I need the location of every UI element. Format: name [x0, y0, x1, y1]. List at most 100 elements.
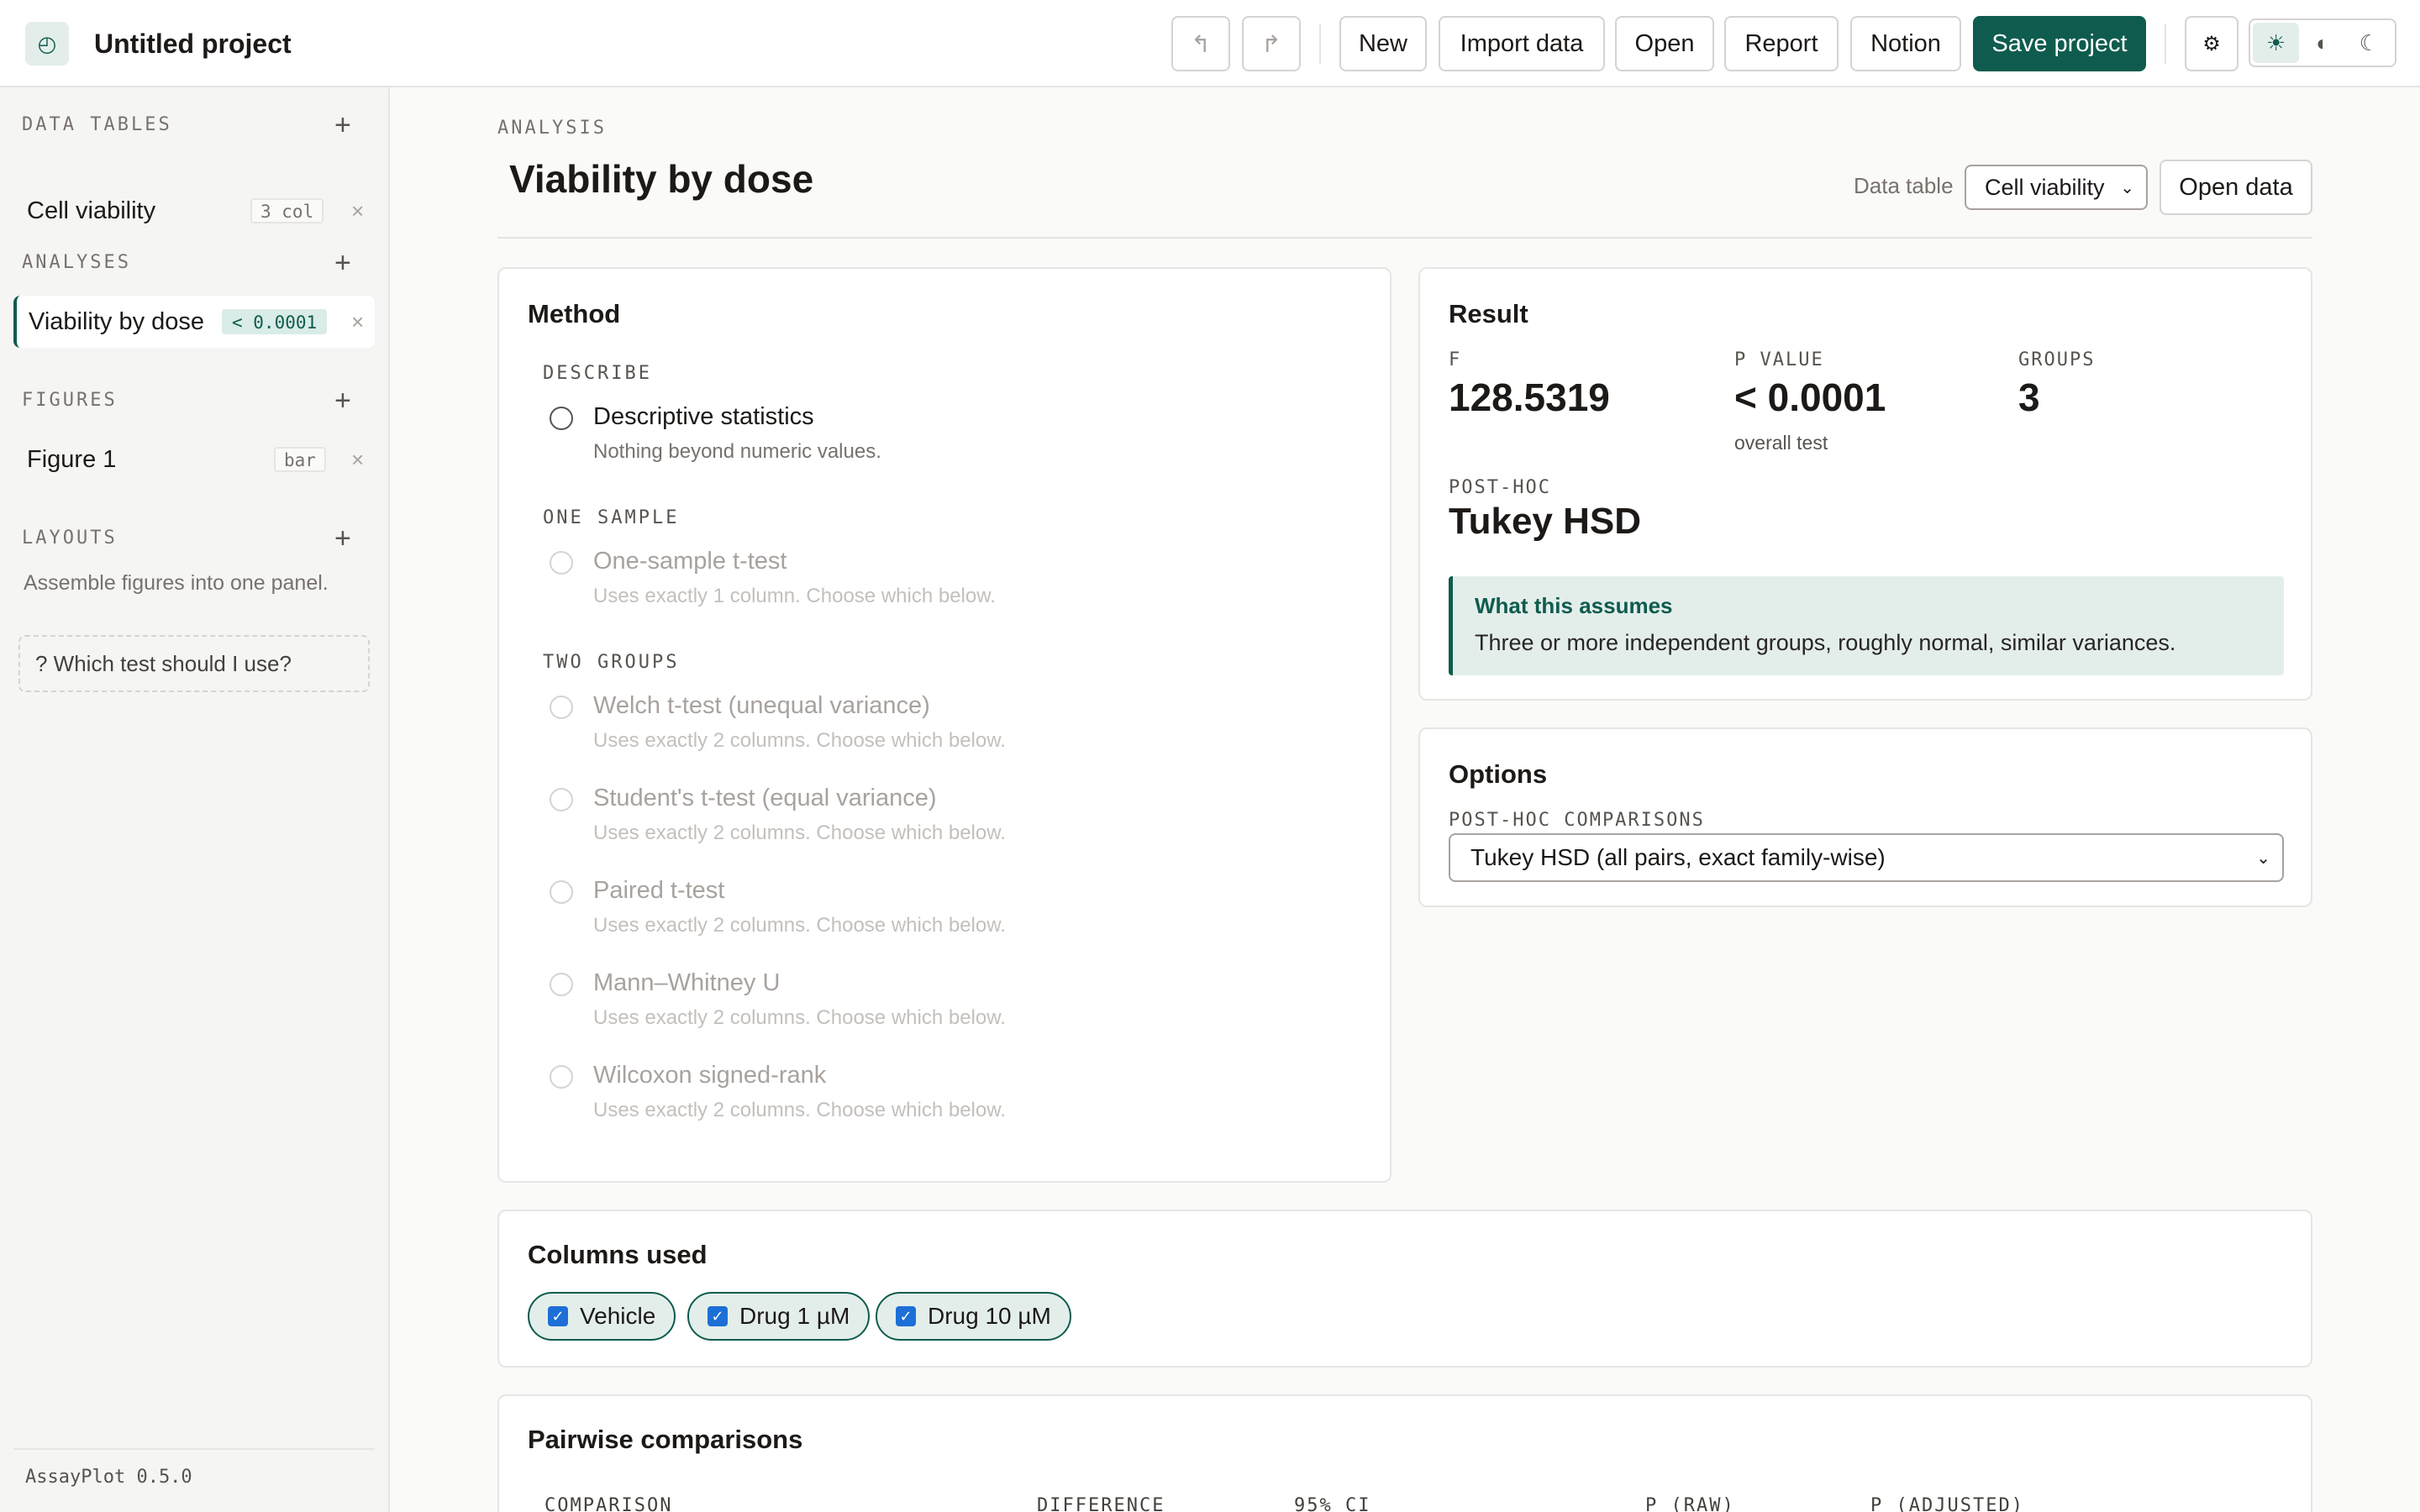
method-option-label[interactable]: Paired t-test	[593, 877, 724, 905]
groups-label: GROUPS	[2018, 349, 2096, 370]
column-header-ci[interactable]: 95% CI	[1294, 1495, 1370, 1512]
sidebar-item-viability-by-dose[interactable]: Viability by dose < 0.0001 ×	[13, 296, 375, 348]
column-header-difference[interactable]: DIFFERENCE	[1037, 1495, 1165, 1512]
toolbar-divider	[2165, 24, 2166, 64]
options-card: Options POST-HOC COMPARISONS Tukey HSD (…	[1418, 727, 2312, 907]
posthoc-value: Tukey HSD	[1449, 501, 1642, 542]
notion-button[interactable]: Notion	[1850, 16, 1961, 71]
sidebar-item-cell-viability[interactable]: Cell viability 3 col ×	[13, 185, 375, 237]
page-title[interactable]: Viability by dose	[509, 156, 813, 202]
close-icon[interactable]: ×	[351, 447, 364, 473]
figure-type-badge: bar	[274, 447, 326, 472]
add-figure-button[interactable]: +	[334, 386, 351, 415]
p-value-label: P VALUE	[1734, 349, 1824, 370]
method-option-description: Uses exactly 2 columns. Choose which bel…	[593, 729, 1006, 752]
method-option-label[interactable]: Wilcoxon signed-rank	[593, 1062, 826, 1089]
column-count-badge: 3 col	[250, 198, 324, 223]
method-group-heading: ONE SAMPLE	[543, 507, 680, 528]
radio-mann-whitney-u[interactable]	[550, 973, 573, 996]
checkbox-icon[interactable]: ✓	[548, 1306, 568, 1326]
settings-button[interactable]: ⚙	[2185, 16, 2238, 71]
method-option-label[interactable]: Student's t-test (equal variance)	[593, 785, 937, 812]
column-chip-drug-1um[interactable]: ✓ Drug 1 µM	[687, 1292, 871, 1341]
method-option-label[interactable]: Welch t-test (unequal variance)	[593, 692, 930, 720]
add-analysis-button[interactable]: +	[334, 249, 351, 277]
checkbox-icon[interactable]: ✓	[708, 1306, 728, 1326]
method-option-label[interactable]: One-sample t-test	[593, 548, 786, 575]
chevron-down-icon: ⌄	[2120, 178, 2134, 197]
radio-welch-t-test[interactable]	[550, 696, 573, 719]
column-chip-drug-10um[interactable]: ✓ Drug 10 µM	[876, 1292, 1071, 1341]
close-icon[interactable]: ×	[351, 309, 364, 335]
method-option-description: Uses exactly 2 columns. Choose which bel…	[593, 1006, 1006, 1029]
project-title[interactable]: Untitled project	[94, 25, 292, 62]
radio-students-t-test[interactable]	[550, 788, 573, 811]
import-data-button[interactable]: Import data	[1439, 16, 1605, 71]
new-button[interactable]: New	[1339, 16, 1427, 71]
posthoc-comparisons-label: POST-HOC COMPARISONS	[1449, 810, 1705, 831]
sidebar-item-label: Figure 1	[27, 445, 117, 473]
checkbox-icon[interactable]: ✓	[896, 1306, 916, 1326]
sidebar-heading-analyses: ANALYSES	[22, 252, 131, 273]
section-eyebrow: ANALYSIS	[497, 118, 607, 139]
which-test-button[interactable]: ? Which test should I use?	[18, 635, 370, 692]
layouts-description: Assemble figures into one panel.	[24, 571, 329, 595]
assumptions-text: Three or more independent groups, roughl…	[1475, 630, 2176, 655]
close-icon[interactable]: ×	[351, 198, 364, 224]
f-stat-value: 128.5319	[1449, 375, 1610, 419]
app-logo-icon: ◴	[25, 22, 69, 66]
method-option-description: Uses exactly 2 columns. Choose which bel…	[593, 1099, 1006, 1121]
radio-paired-t-test[interactable]	[550, 880, 573, 904]
column-chip-label: Drug 1 µM	[739, 1303, 850, 1329]
add-data-table-button[interactable]: +	[334, 111, 351, 139]
undo-icon: ↰	[1191, 30, 1211, 57]
add-layout-button[interactable]: +	[334, 524, 351, 553]
column-header-p-adjusted[interactable]: P (ADJUSTED)	[1870, 1495, 2024, 1512]
redo-button[interactable]: ↱	[1242, 16, 1301, 71]
radio-descriptive-statistics[interactable]	[550, 407, 573, 430]
undo-button[interactable]: ↰	[1171, 16, 1230, 71]
method-card: Method DESCRIBE Descriptive statistics N…	[497, 267, 1392, 1183]
column-header-comparison[interactable]: COMPARISON	[544, 1495, 672, 1512]
column-chip-label: Vehicle	[580, 1303, 656, 1329]
assumptions-callout: What this assumes Three or more independ…	[1449, 576, 2284, 675]
method-option-label[interactable]: Descriptive statistics	[593, 403, 814, 431]
p-value-note: overall test	[1734, 432, 1828, 454]
method-option-description: Nothing beyond numeric values.	[593, 440, 881, 463]
gear-icon: ⚙	[2202, 32, 2221, 55]
method-group-heading: TWO GROUPS	[543, 652, 680, 673]
open-data-button[interactable]: Open data	[2160, 160, 2312, 215]
posthoc-comparisons-select[interactable]: Tukey HSD (all pairs, exact family-wise)…	[1449, 833, 2284, 882]
result-card: Result F 128.5319 P VALUE < 0.0001 overa…	[1418, 267, 2312, 701]
method-option-description: Uses exactly 2 columns. Choose which bel…	[593, 914, 1006, 937]
sidebar-heading-data-tables: DATA TABLES	[22, 114, 172, 135]
p-value-value: < 0.0001	[1734, 375, 1886, 419]
redo-icon: ↱	[1261, 30, 1281, 57]
open-button[interactable]: Open	[1615, 16, 1714, 71]
method-option-label[interactable]: Mann–Whitney U	[593, 969, 780, 997]
contrast-icon[interactable]: ◐	[2299, 23, 2345, 63]
sidebar-item-figure-1[interactable]: Figure 1 bar ×	[13, 433, 375, 486]
app-version: AssayPlot 0.5.0	[13, 1448, 375, 1488]
radio-wilcoxon-signed-rank[interactable]	[550, 1065, 573, 1089]
sidebar-item-label: Viability by dose	[29, 307, 205, 335]
column-header-p-raw[interactable]: P (RAW)	[1645, 1495, 1735, 1512]
options-title: Options	[1449, 759, 1548, 789]
f-stat-label: F	[1449, 349, 1462, 370]
moon-icon[interactable]: ☾	[2346, 23, 2392, 63]
groups-value: 3	[2018, 375, 2040, 419]
save-project-button[interactable]: Save project	[1973, 16, 2146, 71]
column-chip-vehicle[interactable]: ✓ Vehicle	[528, 1292, 676, 1341]
columns-used-card: Columns used ✓ Vehicle ✓ Drug 1 µM ✓ Dru…	[497, 1210, 2312, 1368]
sidebar-heading-figures: FIGURES	[22, 390, 118, 411]
toolbar-divider	[1319, 24, 1321, 64]
chevron-down-icon: ⌄	[2256, 848, 2270, 868]
top-bar: ◴ Untitled project ↰ ↱ New Import data O…	[0, 0, 2420, 87]
sun-icon[interactable]: ☀	[2253, 23, 2300, 63]
result-title: Result	[1449, 299, 1528, 328]
report-button[interactable]: Report	[1724, 16, 1839, 71]
data-table-select[interactable]: Cell viability ⌄	[1965, 165, 2148, 210]
radio-one-sample-t-test[interactable]	[550, 551, 573, 575]
sidebar-heading-layouts: LAYOUTS	[22, 528, 118, 549]
pairwise-title: Pairwise comparisons	[528, 1425, 803, 1454]
